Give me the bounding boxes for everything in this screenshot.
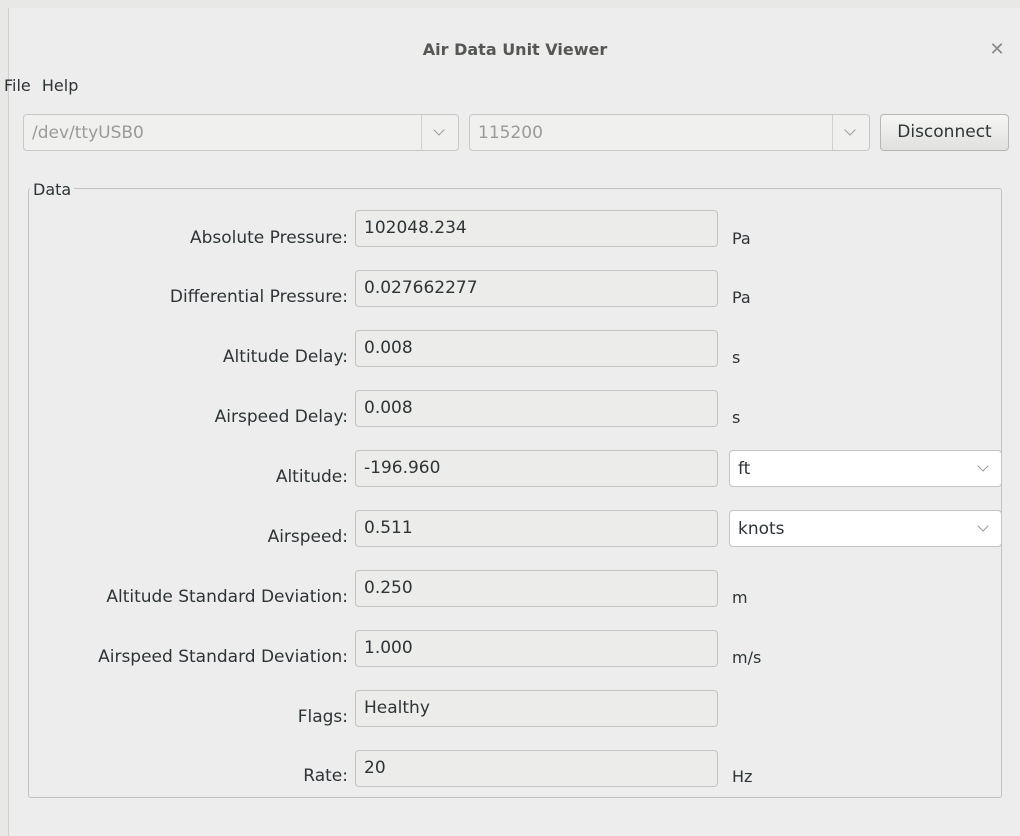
flags-label: Flags: [297, 707, 348, 727]
absolute-pressure-label: Absolute Pressure: [189, 228, 348, 248]
airspeed-delay-field[interactable]: 0.008 [355, 390, 718, 427]
chevron-down-icon [844, 124, 856, 136]
differential-pressure-label: Differential Pressure: [169, 287, 348, 307]
airspeed-delay-unit: s [732, 408, 741, 427]
port-select[interactable]: /dev/ttyUSB0 [23, 114, 459, 151]
menu-help[interactable]: Help [42, 76, 78, 95]
altitude-field[interactable]: -196.960 [355, 450, 718, 487]
airspeed-delay-label: Airspeed Delay: [214, 407, 348, 427]
rate-label: Rate: [303, 766, 348, 786]
altitude-std-label: Altitude Standard Deviation: [106, 587, 348, 607]
rate-field[interactable]: 20 [355, 750, 718, 787]
altitude-label: Altitude: [275, 467, 348, 487]
airspeed-std-unit: m/s [732, 648, 762, 667]
data-frame-label: Data [30, 180, 75, 199]
rate-unit: Hz [732, 767, 753, 786]
airspeed-std-field[interactable]: 1.000 [355, 630, 718, 667]
chevron-down-icon [433, 124, 445, 136]
close-icon[interactable]: ✕ [987, 39, 1007, 60]
airspeed-label: Airspeed: [267, 527, 348, 547]
menu-file[interactable]: File [4, 76, 31, 95]
baud-select[interactable]: 115200 [469, 114, 870, 151]
differential-pressure-field[interactable]: 0.027662277 [355, 270, 718, 307]
chevron-down-icon [977, 520, 989, 532]
altitude-std-unit: m [732, 588, 748, 607]
altitude-std-field[interactable]: 0.250 [355, 570, 718, 607]
flags-field[interactable]: Healthy [355, 690, 718, 727]
absolute-pressure-unit: Pa [732, 229, 751, 248]
altitude-unit-value: ft [738, 459, 751, 479]
chevron-down-icon [977, 460, 989, 472]
altitude-delay-label: Altitude Delay: [222, 347, 348, 367]
window-title: Air Data Unit Viewer [422, 40, 608, 59]
title-bar: Air Data Unit Viewer ✕ [9, 8, 1020, 76]
menu-bar: File Help [4, 76, 84, 100]
differential-pressure-unit: Pa [732, 288, 751, 307]
airspeed-field[interactable]: 0.511 [355, 510, 718, 547]
disconnect-button[interactable]: Disconnect [880, 114, 1009, 151]
airspeed-unit-value: knots [738, 519, 785, 539]
airspeed-unit-select[interactable]: knots [729, 510, 1002, 547]
altitude-delay-field[interactable]: 0.008 [355, 330, 718, 367]
altitude-delay-unit: s [732, 348, 741, 367]
port-value: /dev/ttyUSB0 [32, 123, 144, 143]
absolute-pressure-field[interactable]: 102048.234 [355, 210, 718, 247]
altitude-unit-select[interactable]: ft [729, 450, 1002, 487]
baud-value: 115200 [478, 123, 543, 143]
airspeed-std-label: Airspeed Standard Deviation: [98, 647, 348, 667]
